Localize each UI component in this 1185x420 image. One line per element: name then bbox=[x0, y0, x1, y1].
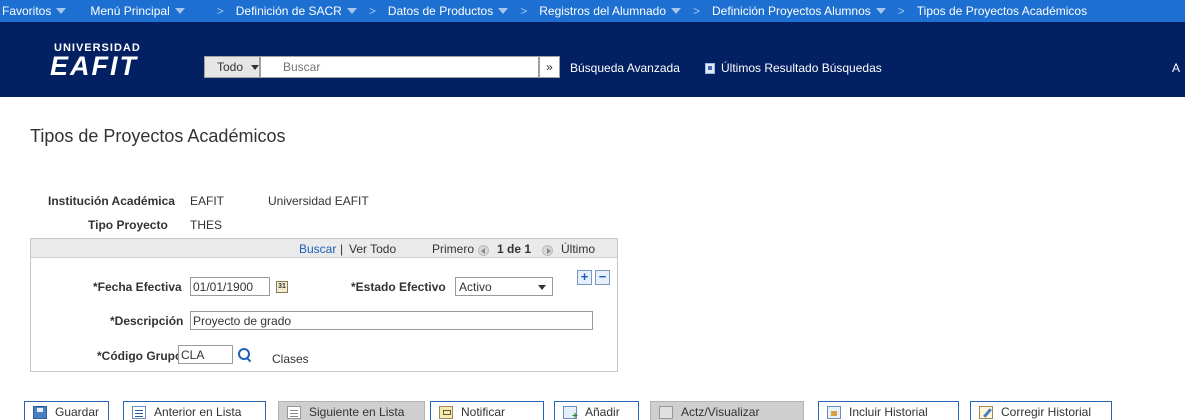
effective-status-value: Activo bbox=[459, 279, 492, 294]
last-search-results-label: Últimos Resultado Búsquedas bbox=[721, 61, 882, 75]
view-all-link[interactable]: Ver Todo bbox=[349, 242, 396, 256]
nav-datos-productos-label: Datos de Productos bbox=[387, 4, 494, 18]
chevron-down-icon bbox=[671, 8, 681, 14]
chevron-down-icon bbox=[346, 8, 357, 14]
save-icon bbox=[33, 405, 47, 419]
header-right-label[interactable]: A bbox=[1172, 61, 1180, 75]
breadcrumb-separator: > bbox=[693, 4, 701, 18]
nav-favoritos-label: Favoritos bbox=[2, 4, 52, 18]
previous-list-icon bbox=[132, 405, 146, 419]
arrow-right-icon bbox=[542, 245, 553, 256]
project-type-label: Tipo Proyecto bbox=[88, 218, 168, 232]
search-scope-value: Todo bbox=[217, 60, 244, 74]
chevron-down-icon bbox=[538, 285, 546, 290]
chevron-down-icon bbox=[875, 8, 886, 14]
nav-menu-principal-label: Menú Principal bbox=[90, 4, 170, 18]
nav-tipos-proyectos[interactable]: Tipos de Proyectos Académicos bbox=[911, 4, 1093, 18]
update-display-button[interactable]: Actz/Visualizar bbox=[650, 401, 804, 420]
include-history-label: Incluir Historial bbox=[849, 405, 928, 419]
breadcrumb-separator: > bbox=[897, 4, 905, 18]
site-header: UNIVERSIDAD EAFIT Todo » Búsqueda Avanza… bbox=[0, 22, 1185, 97]
row-count: 1 de 1 bbox=[497, 242, 532, 256]
effective-dated-scroll-area: Buscar | Ver Todo Primero 1 de 1 Último … bbox=[30, 238, 618, 372]
chevron-down-icon bbox=[174, 8, 185, 14]
save-button[interactable]: Guardar bbox=[24, 401, 109, 420]
next-in-list-label: Siguiente en Lista bbox=[309, 405, 405, 419]
description-label: *Descripción bbox=[110, 314, 184, 328]
advanced-search-link[interactable]: Búsqueda Avanzada bbox=[570, 61, 680, 75]
chevron-down-icon bbox=[498, 8, 509, 14]
correct-history-label: Corregir Historial bbox=[1001, 405, 1092, 419]
effective-date-field[interactable] bbox=[190, 277, 270, 296]
scroll-area-header: Buscar | Ver Todo Primero 1 de 1 Último bbox=[31, 239, 617, 258]
first-label[interactable]: Primero bbox=[432, 242, 474, 256]
previous-in-list-button[interactable]: Anterior en Lista bbox=[123, 401, 266, 420]
nav-favoritos[interactable]: Favoritos bbox=[0, 4, 72, 18]
correct-history-button[interactable]: Corregir Historial bbox=[970, 401, 1112, 420]
chevron-down-icon bbox=[56, 8, 67, 14]
nav-definicion-proyectos[interactable]: Definición Proyectos Alumnos bbox=[706, 4, 892, 18]
nav-tipos-proyectos-label: Tipos de Proyectos Académicos bbox=[916, 4, 1088, 18]
institution-label: Institución Académica bbox=[48, 194, 175, 208]
top-navigation-bar: Favoritos Menú Principal > Definición de… bbox=[0, 0, 1185, 22]
header-divider: | bbox=[340, 242, 344, 256]
nav-registros-alumnado-label: Registros del Alumnado bbox=[539, 4, 666, 18]
group-code-label: *Código Grupo bbox=[97, 349, 183, 363]
breadcrumb-separator: > bbox=[368, 4, 376, 18]
eafit-logo[interactable]: UNIVERSIDAD EAFIT bbox=[50, 42, 160, 82]
next-row-button[interactable] bbox=[542, 243, 553, 257]
notify-icon bbox=[439, 405, 453, 419]
search-go-button[interactable]: » bbox=[539, 56, 560, 78]
effective-date-label: *Fecha Efectiva bbox=[93, 280, 182, 294]
add-row-button[interactable]: + bbox=[577, 270, 592, 285]
save-button-label: Guardar bbox=[55, 405, 100, 419]
page-title: Tipos de Proyectos Académicos bbox=[30, 126, 286, 146]
institution-code: EAFIT bbox=[190, 194, 225, 208]
notify-button-label: Notificar bbox=[461, 405, 506, 419]
effective-status-label: *Estado Efectivo bbox=[351, 280, 446, 294]
next-list-icon bbox=[287, 405, 301, 419]
add-button-label: Añadir bbox=[585, 405, 620, 419]
breadcrumb-separator: > bbox=[216, 4, 224, 18]
breadcrumb-separator: > bbox=[520, 4, 528, 18]
arrow-left-icon bbox=[478, 245, 489, 256]
search-input[interactable] bbox=[260, 56, 539, 78]
calendar-icon[interactable]: 31 bbox=[276, 281, 288, 293]
correct-history-icon bbox=[979, 405, 993, 419]
add-button[interactable]: Añadir bbox=[554, 401, 639, 420]
description-field[interactable] bbox=[190, 311, 593, 330]
nav-menu-principal[interactable]: Menú Principal bbox=[72, 4, 190, 18]
chevron-down-icon bbox=[251, 64, 260, 70]
group-code-description: Clases bbox=[272, 352, 309, 366]
find-link[interactable]: Buscar bbox=[299, 242, 336, 256]
nav-registros-alumnado[interactable]: Registros del Alumnado bbox=[533, 4, 687, 18]
notify-button[interactable]: Notificar bbox=[430, 401, 544, 420]
nav-definicion-sacr-label: Definición de SACR bbox=[235, 4, 342, 18]
update-display-icon bbox=[659, 405, 673, 419]
last-search-results-link[interactable]: Últimos Resultado Búsquedas bbox=[705, 61, 882, 75]
nav-datos-productos[interactable]: Datos de Productos bbox=[382, 4, 514, 18]
delete-row-button[interactable]: − bbox=[595, 270, 610, 285]
include-history-icon bbox=[827, 405, 841, 419]
previous-in-list-label: Anterior en Lista bbox=[154, 405, 242, 419]
lookup-search-icon[interactable] bbox=[237, 347, 251, 361]
nav-definicion-sacr[interactable]: Definición de SACR bbox=[230, 4, 363, 18]
update-display-label: Actz/Visualizar bbox=[681, 405, 760, 419]
logo-main-text: EAFIT bbox=[50, 51, 138, 81]
previous-row-button[interactable] bbox=[478, 243, 489, 257]
add-icon bbox=[563, 405, 578, 420]
effective-status-select[interactable]: Activo bbox=[455, 277, 553, 296]
group-code-field[interactable] bbox=[178, 345, 233, 364]
search-scope-select[interactable]: Todo bbox=[204, 56, 260, 78]
next-in-list-button[interactable]: Siguiente en Lista bbox=[278, 401, 425, 420]
last-label[interactable]: Último bbox=[561, 242, 595, 256]
include-history-button[interactable]: Incluir Historial bbox=[818, 401, 959, 420]
project-type-value: THES bbox=[190, 218, 223, 232]
search-results-icon bbox=[705, 62, 715, 74]
nav-definicion-proyectos-label: Definición Proyectos Alumnos bbox=[712, 4, 871, 18]
institution-name: Universidad EAFIT bbox=[268, 194, 369, 208]
